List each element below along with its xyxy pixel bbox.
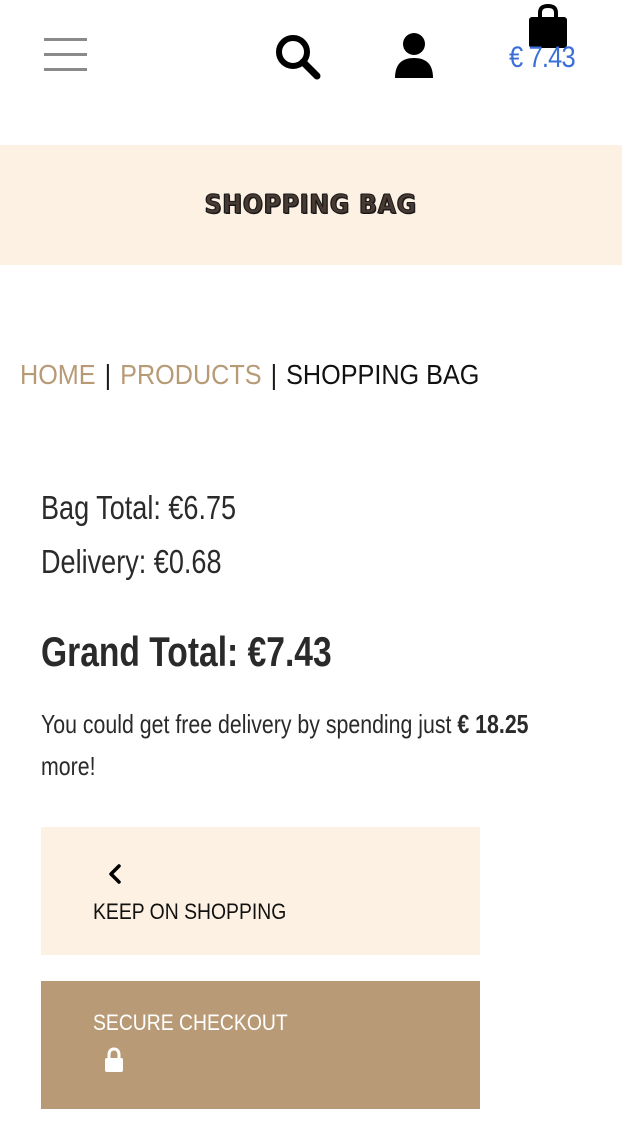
order-summary: Bag Total: €6.75 Delivery: €0.68 Grand T…	[41, 488, 601, 787]
hamburger-line	[44, 53, 87, 56]
lock-icon	[105, 1047, 123, 1072]
bag-total-line: Bag Total: €6.75	[41, 489, 237, 526]
free-delivery-prefix: You could get free delivery by spending …	[41, 709, 458, 739]
keep-shopping-label: KEEP ON SHOPPING	[93, 899, 287, 924]
delivery-line: Delivery: €0.68	[41, 543, 222, 580]
hamburger-line	[44, 68, 87, 71]
free-delivery-suffix: more!	[41, 751, 96, 781]
hamburger-line	[44, 38, 87, 41]
free-delivery-amount: € 18.25	[457, 709, 529, 739]
breadcrumb-current: SHOPPING BAG	[286, 359, 480, 390]
breadcrumb-products-link[interactable]: PRODUCTS	[120, 359, 261, 390]
keep-shopping-button[interactable]: KEEP ON SHOPPING	[41, 827, 480, 955]
hamburger-menu-icon[interactable]	[44, 38, 87, 72]
page-title: SHOPPING BAG	[204, 190, 418, 221]
page-banner: SHOPPING BAG	[0, 145, 622, 265]
secure-checkout-button[interactable]: SECURE CHECKOUT	[41, 981, 480, 1109]
user-icon[interactable]	[393, 32, 435, 80]
bag-total-amount[interactable]: € 7.43	[509, 38, 576, 78]
breadcrumb-separator: |	[270, 359, 278, 390]
breadcrumb-home-link[interactable]: HOME	[20, 359, 96, 390]
breadcrumb-separator: |	[104, 359, 112, 390]
free-delivery-message: You could get free delivery by spending …	[41, 703, 566, 787]
secure-checkout-label: SECURE CHECKOUT	[93, 1010, 288, 1035]
grand-total-line: Grand Total: €7.43	[41, 628, 332, 675]
search-icon[interactable]	[273, 32, 321, 80]
breadcrumb: HOME | PRODUCTS | SHOPPING BAG	[20, 356, 479, 394]
chevron-left-icon	[109, 864, 121, 884]
top-navigation: € 7.43	[0, 0, 622, 145]
